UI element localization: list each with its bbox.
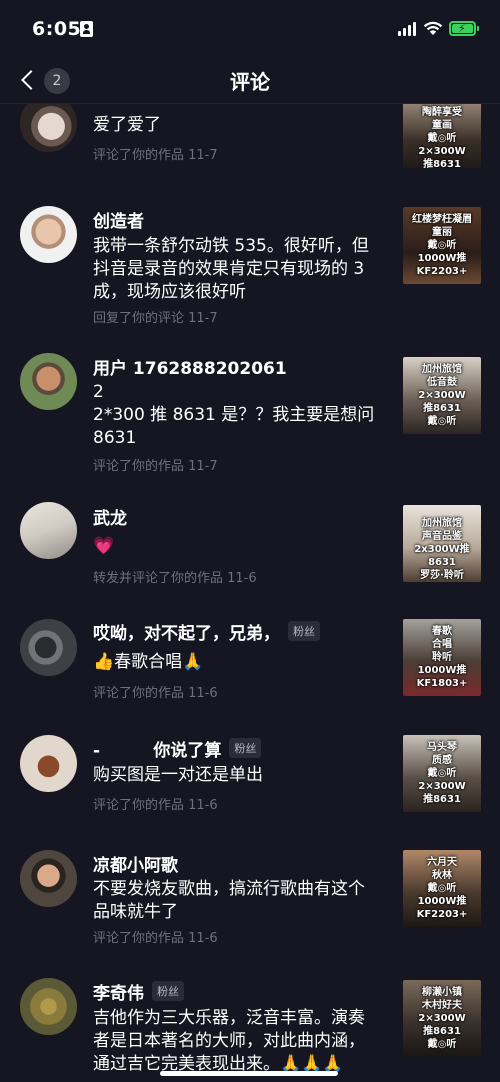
fan-badge: 粉丝 [288, 621, 320, 641]
video-thumbnail[interactable]: 陶醉享受 童画 戴◎听 2×300W 推8631 [403, 104, 481, 168]
home-indicator[interactable] [160, 1071, 338, 1076]
video-thumbnail[interactable]: 加州旅馆 声音品鉴 2x300W推8631 罗莎·聆听 [403, 505, 481, 582]
thumbnail-caption: 加州旅馆 低音鼓 2×300W 推8631 戴◎听 [418, 364, 466, 427]
list-item[interactable]: 李奇伟 粉丝 吉他作为三大乐器，泛音丰富。演奏者是日本著名的大师，对此曲内涵，通… [0, 972, 500, 1082]
user-name[interactable]: 凉都小阿歌 [93, 851, 178, 876]
comment-meta: 回复了你的评论 11-7 [93, 311, 218, 326]
comment-meta: 评论了你的作品 11-6 [93, 686, 218, 701]
cellular-signal-icon [398, 22, 416, 36]
thumbnail-caption: 马头琴 质感 戴◎听 2×300W 推8631 [418, 742, 466, 805]
comment-meta: 评论了你的作品 11-6 [93, 798, 218, 813]
user-name[interactable]: 李奇伟 [93, 979, 144, 1004]
wifi-icon [423, 21, 443, 35]
thumbnail-caption: 加州旅馆 声音品鉴 2x300W推8631 罗莎·聆听 [414, 518, 470, 581]
name-line: 哎呦，对不起了，兄弟， 粉丝 [93, 619, 320, 644]
user-name[interactable]: 武龙 [93, 504, 127, 529]
list-item[interactable]: 凉都小阿歌 不要发烧友歌曲，搞流行歌曲有这个品味就牛了 评论了你的作品 11-6… [0, 844, 500, 979]
user-name[interactable]: 创造者 [93, 207, 144, 232]
status-time: 6:05 [32, 18, 82, 40]
comment-text: 💗 [93, 536, 115, 556]
name-line: - 你说了算 粉丝 [93, 736, 262, 761]
comment-text: 2 2*300 推 8631 是？？我主要是想问 8631 [93, 382, 375, 448]
thumbnail-caption: 红楼梦枉凝眉 童丽 戴◎听 1000W推 KF2203+ [412, 214, 472, 277]
comment-meta: 转发并评论了你的作品 11-6 [93, 571, 257, 586]
video-thumbnail[interactable]: 春歌 合唱 聆听 1000W推 KF1803+ [403, 619, 481, 696]
avatar[interactable] [20, 353, 77, 410]
thumbnail-caption: 春歌 合唱 聆听 1000W推 KF1803+ [416, 626, 468, 689]
avatar[interactable] [20, 735, 77, 792]
list-item[interactable]: - 你说了算 粉丝 购买图是一对还是单出 评论了你的作品 11-6 马头琴 质感… [0, 729, 500, 849]
name-line: 用户 1762888202061 [93, 354, 287, 379]
list-item[interactable]: 创造者 我带一条舒尔动铁 535。很好听，但抖音是录音的效果肯定只有现场的 3 … [0, 199, 500, 349]
comment-meta: 评论了你的作品 11-6 [93, 931, 218, 946]
avatar[interactable] [20, 619, 77, 676]
fan-badge: 粉丝 [152, 981, 184, 1001]
status-bar: 6:05 ⚡ [0, 0, 500, 56]
comment-text: 不要发烧友歌曲，搞流行歌曲有这个品味就牛了 [93, 879, 365, 922]
video-thumbnail[interactable]: 加州旅馆 低音鼓 2×300W 推8631 戴◎听 [403, 357, 481, 434]
thumbnail-caption: 陶醉享受 童画 戴◎听 2×300W 推8631 [418, 107, 466, 168]
name-line: 武龙 [93, 504, 127, 529]
avatar[interactable] [20, 104, 77, 152]
comment-text: 👍春歌合唱🙏 [93, 652, 204, 672]
video-thumbnail[interactable]: 马头琴 质感 戴◎听 2×300W 推8631 [403, 735, 481, 812]
comment-text: 吉他作为三大乐器，泛音丰富。演奏者是日本著名的大师，对此曲内涵，通过吉它完美表现… [93, 1008, 365, 1074]
thumbnail-caption: 六月天 秋林 戴◎听 1000W推 KF2203+ [416, 857, 468, 920]
comment-list[interactable]: 爱了爱了 评论了你的作品 11-7 陶醉享受 童画 戴◎听 2×300W 推86… [0, 104, 500, 1082]
battery-charging-icon: ⚡ [449, 21, 479, 36]
user-name[interactable]: 用户 1762888202061 [93, 354, 287, 379]
list-item[interactable]: 哎呦，对不起了，兄弟， 粉丝 👍春歌合唱🙏 评论了你的作品 11-6 春歌 合唱… [0, 614, 500, 734]
name-line: 创造者 [93, 207, 144, 232]
nav-bar: 2 评论 [0, 56, 500, 104]
list-item[interactable]: 爱了爱了 评论了你的作品 11-7 陶醉享受 童画 戴◎听 2×300W 推86… [0, 104, 500, 204]
comment-meta: 评论了你的作品 11-7 [93, 148, 218, 163]
list-item[interactable]: 用户 1762888202061 2 2*300 推 8631 是？？我主要是想… [0, 349, 500, 499]
user-name[interactable]: - 你说了算 [93, 736, 221, 761]
name-line: 凉都小阿歌 [93, 851, 178, 876]
comment-text: 我带一条舒尔动铁 535。很好听，但抖音是录音的效果肯定只有现场的 3 成，现场… [93, 236, 369, 302]
name-line: 李奇伟 粉丝 [93, 979, 184, 1004]
comment-text: 爱了爱了 [93, 115, 161, 135]
video-thumbnail[interactable]: 六月天 秋林 戴◎听 1000W推 KF2203+ [403, 850, 481, 927]
user-name[interactable]: 哎呦，对不起了，兄弟， [93, 619, 280, 644]
avatar[interactable] [20, 502, 77, 559]
list-item[interactable]: 武龙 💗 转发并评论了你的作品 11-6 加州旅馆 声音品鉴 2x300W推86… [0, 499, 500, 619]
avatar[interactable] [20, 206, 77, 263]
page-title: 评论 [230, 70, 270, 94]
person-icon [80, 21, 93, 37]
avatar[interactable] [20, 850, 77, 907]
comment-meta: 评论了你的作品 11-7 [93, 459, 218, 474]
video-thumbnail[interactable]: 红楼梦枉凝眉 童丽 戴◎听 1000W推 KF2203+ [403, 207, 481, 284]
fan-badge: 粉丝 [229, 738, 262, 758]
thumbnail-caption: 柳濑小镇 木村好夫 2×300W 推8631 戴◎听 [418, 987, 466, 1050]
video-thumbnail[interactable]: 柳濑小镇 木村好夫 2×300W 推8631 戴◎听 [403, 980, 481, 1057]
comment-text: 购买图是一对还是单出 [93, 765, 263, 785]
avatar[interactable] [20, 978, 77, 1035]
